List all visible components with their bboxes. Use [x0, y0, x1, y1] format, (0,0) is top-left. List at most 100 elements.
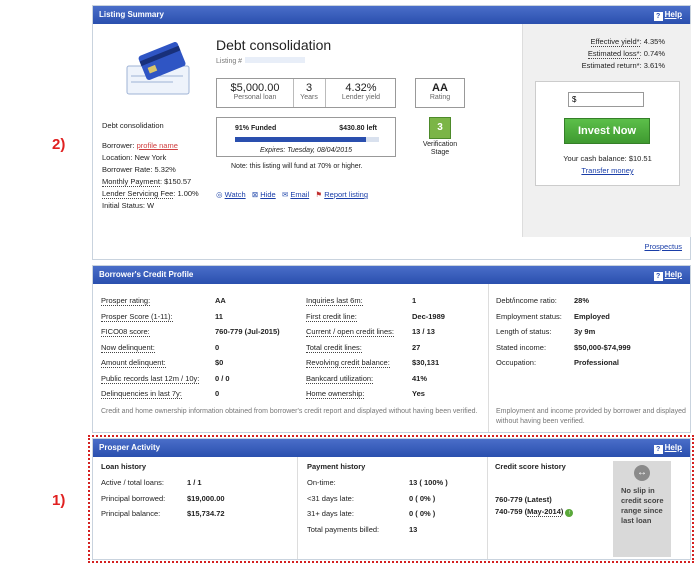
activity-help-link[interactable]: ? Help	[653, 439, 682, 457]
score-prev-date: May-2014	[527, 507, 561, 517]
data-row: <31 days late: 0 ( 0% )	[307, 494, 435, 503]
row-label: Length of status:	[496, 327, 552, 336]
arrows-horizontal-icon: ↔	[634, 465, 650, 481]
verification-stage: 3 Verification Stage	[415, 117, 465, 157]
row-label: Bankcard utilization:	[306, 373, 374, 384]
score-latest: 760-779 (Latest)	[495, 495, 552, 504]
verification-badge-icon: 3	[429, 117, 451, 139]
row-value: 13 ( 100% )	[409, 478, 448, 487]
invest-now-button[interactable]: Invest Now	[564, 118, 650, 144]
credit-help-link[interactable]: ? Help	[653, 266, 682, 284]
row-label: Occupation:	[496, 358, 537, 367]
data-row: Debt/income ratio: 28%	[496, 296, 589, 305]
prosper-activity-panel: Prosper Activity ? Help Loan history Acti…	[92, 438, 691, 560]
amount-left: $430.80 left	[339, 125, 377, 132]
invest-box: Invest Now Your cash balance: $10.51 Tra…	[535, 81, 680, 186]
data-row: Principal balance: $15,734.72	[101, 509, 225, 518]
credit-card-illustration	[123, 41, 195, 98]
row-value: 760-779 (Jul-2015)	[215, 327, 280, 336]
row-value: 41%	[412, 373, 428, 383]
row-label: First credit line:	[306, 311, 357, 322]
watch-icon: ◎	[216, 190, 223, 199]
flag-icon: ⚑	[315, 190, 323, 199]
fund-note: Note: this listing will fund at 70% or h…	[231, 163, 363, 170]
data-row: FICO08 score: 760-779 (Jul-2015)	[101, 327, 280, 337]
row-value: 13	[409, 524, 418, 534]
row-value: 1 / 1	[187, 478, 202, 487]
report-listing-link[interactable]: Report listing	[324, 190, 368, 199]
data-row: Bankcard utilization: 41%	[306, 373, 428, 384]
listing-number: Listing #	[216, 57, 306, 65]
borrower-details: Borrower: profile name Location: New Yor…	[102, 141, 199, 210]
listing-title: Debt consolidation	[216, 37, 332, 53]
cash-balance: Your cash balance: $10.51	[563, 154, 652, 163]
servicing-fee-label: Lender Servicing Fee	[102, 189, 174, 199]
invest-sidebar: Effective yield*: 4.35% Estimated loss*:…	[522, 24, 691, 237]
credit-profile-title: Borrower's Credit Profile	[99, 270, 194, 279]
listing-summary-panel: Listing Summary ? Help Debt consolidation…	[92, 5, 691, 260]
prosper-activity-header: Prosper Activity ? Help	[93, 439, 690, 457]
row-value: $15,734.72	[187, 509, 225, 518]
row-label: Current / open credit lines:	[306, 327, 394, 337]
data-row: Amount delinquent: $0	[101, 358, 223, 368]
slip-text: No slip in credit score range since last…	[621, 486, 664, 525]
borrower-name-link[interactable]: profile name	[137, 141, 178, 150]
row-value: 0	[215, 389, 220, 398]
data-row: Active / total loans: 1 / 1	[101, 478, 202, 487]
data-row: On-time: 13 ( 100% )	[307, 478, 448, 487]
email-link[interactable]: Email	[290, 190, 309, 199]
credit-score-history-title: Credit score history	[495, 462, 566, 471]
row-label: Principal balance:	[101, 509, 161, 518]
row-value: 0 ( 0% )	[409, 493, 436, 503]
data-row: First credit line: Dec-1989	[306, 311, 445, 322]
credit-profile-panel: Borrower's Credit Profile ? Help Prosper …	[92, 265, 691, 433]
row-value: 28%	[574, 296, 590, 305]
listing-help-link[interactable]: ? Help	[653, 6, 682, 24]
row-label: Home ownership:	[306, 389, 365, 399]
data-row: Prosper rating: AA	[101, 296, 226, 306]
rating-box: AA Rating	[415, 78, 465, 108]
row-value: 0 ( 0% )	[409, 509, 436, 518]
hide-link[interactable]: Hide	[260, 190, 275, 199]
row-value: Employed	[574, 311, 610, 321]
funding-box: 91% Funded $430.80 left Expires: Tuesday…	[216, 117, 396, 157]
row-value: 0 / 0	[215, 373, 230, 383]
monthly-payment-label: Monthly Payment	[102, 177, 160, 187]
prosper-activity-title: Prosper Activity	[99, 443, 161, 452]
data-row: Prosper Score (1-11): 11	[101, 311, 223, 322]
credit-note-left: Credit and home ownership information ob…	[101, 408, 478, 415]
prospectus-link[interactable]: Prospectus	[644, 242, 682, 251]
data-row: Occupation: Professional	[496, 358, 619, 367]
row-label: On-time:	[307, 478, 336, 487]
watch-link[interactable]: Watch	[225, 190, 246, 199]
row-label: Amount delinquent:	[101, 358, 166, 368]
hide-icon: ⊠	[251, 190, 259, 199]
data-row: Total payments billed: 13	[307, 525, 417, 534]
data-row: Length of status: 3y 9m	[496, 327, 595, 336]
row-label: <31 days late:	[307, 493, 354, 503]
data-row: Principal borrowed: $19,000.00	[101, 494, 225, 503]
data-row: Revolving credit balance: $30,131	[306, 358, 439, 368]
credit-note-right: Employment and income provided by borrow…	[496, 408, 686, 425]
data-row: Inquiries last 6m: 1	[306, 296, 416, 306]
row-value: 27	[412, 342, 421, 352]
row-label: Stated income:	[496, 342, 547, 352]
row-label: FICO08 score:	[101, 327, 150, 337]
row-label: Revolving credit balance:	[306, 358, 390, 368]
row-label: Active / total loans:	[101, 478, 164, 487]
row-value: Professional	[574, 358, 620, 367]
row-label: 31+ days late:	[307, 509, 354, 518]
help-icon: ?	[653, 272, 663, 281]
credit-profile-header: Borrower's Credit Profile ? Help	[93, 266, 690, 284]
loan-history-title: Loan history	[101, 462, 147, 471]
help-icon: ?	[653, 445, 663, 454]
data-row: Home ownership: Yes	[306, 389, 425, 399]
invest-amount-input[interactable]	[568, 92, 644, 107]
initial-status: Initial Status: W	[102, 201, 155, 210]
data-row: Delinquencies in last 7y: 0	[101, 389, 220, 399]
transfer-money-link[interactable]: Transfer money	[581, 166, 633, 175]
slip-status-box: ↔ No slip in credit score range since la…	[613, 461, 671, 557]
row-value: Yes	[412, 389, 425, 398]
help-icon: ?	[653, 12, 663, 21]
row-label: Now delinquent:	[101, 342, 155, 353]
